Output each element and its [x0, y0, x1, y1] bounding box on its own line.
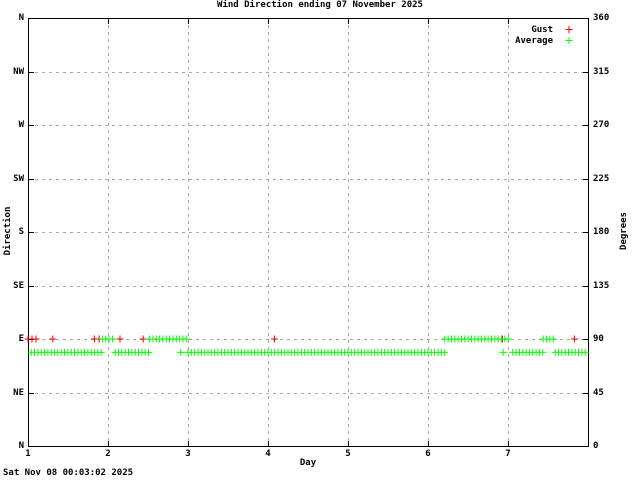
y-tick-right-5: 135: [593, 281, 610, 291]
legend-label-gust: Gust: [531, 25, 553, 35]
grid-lines: [28, 18, 588, 446]
legend-marker-gust: [565, 26, 573, 33]
y-tick-left-1: NW: [13, 67, 24, 77]
wind-direction-chart: Wind Direction ending 07 November 2025 D…: [0, 0, 640, 480]
y-tick-right-4: 180: [593, 227, 610, 237]
y-tick-left-3: SW: [13, 174, 24, 184]
x-tick-6: 7: [505, 449, 511, 459]
average-points: [27, 335, 589, 356]
x-tick-3: 4: [265, 449, 271, 459]
y-tick-right-0: 360: [593, 13, 610, 23]
y-tick-right-6: 90: [593, 334, 604, 344]
y-tick-right-1: 315: [593, 67, 610, 77]
y-tick-right-8: 0: [593, 441, 599, 451]
y-tick-left-6: E: [18, 334, 24, 344]
y-tick-right-3: 225: [593, 174, 610, 184]
y-tick-right-2: 270: [593, 120, 610, 130]
y-tick-left-5: SE: [13, 281, 24, 291]
x-tick-2: 3: [185, 449, 191, 459]
x-tick-0: 1: [25, 449, 31, 459]
y-tick-right-7: 45: [593, 388, 604, 398]
legend-marker-average: [565, 37, 573, 44]
x-tick-1: 2: [105, 449, 111, 459]
y-tick-left-2: W: [18, 120, 24, 130]
legend-label-average: Average: [515, 36, 553, 46]
plot-timestamp: Sat Nov 08 00:03:02 2025: [3, 468, 134, 478]
y-tick-left-7: NE: [13, 388, 24, 398]
chart-title: Wind Direction ending 07 November 2025: [217, 0, 423, 10]
plot-area: [24, 18, 589, 447]
y-tick-left-0: N: [18, 13, 24, 23]
y-tick-left-4: S: [18, 227, 24, 237]
x-tick-5: 6: [425, 449, 431, 459]
x-tick-4: 5: [345, 449, 351, 459]
x-axis-label: Day: [299, 458, 317, 468]
